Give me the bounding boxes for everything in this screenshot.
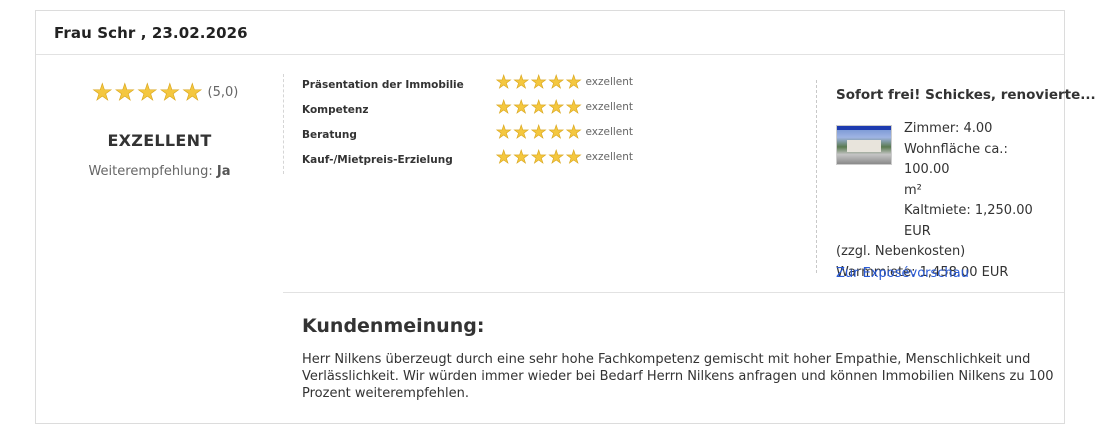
property-area-unit: m² <box>904 182 922 198</box>
star-icon: ★ <box>495 147 512 168</box>
opinion-text: Herr Nilkens überzeugt durch eine sehr h… <box>302 352 1054 401</box>
property-cold-rent: Kaltmiete: 1,250.00 EUR <box>904 203 1033 239</box>
star-icon: ★ <box>548 122 565 143</box>
criterion-rating-text: exzellent <box>585 76 634 88</box>
star-icon: ★ <box>513 147 530 168</box>
review-card: Frau Schr , 23.02.2026 ★ ★ ★ ★ ★ (5,0) E… <box>35 10 1096 424</box>
star-icon: ★ <box>548 72 565 93</box>
overall-score: (5,0) <box>207 85 239 100</box>
criterion-stars: ★ ★ ★ ★ ★ exzellent <box>495 97 634 118</box>
criterion-row: Kompetenz ★ ★ ★ ★ ★ exzellent <box>302 97 682 124</box>
star-icon: ★ <box>530 72 547 93</box>
star-icon: ★ <box>181 80 203 106</box>
star-icon: ★ <box>565 122 582 143</box>
star-icon: ★ <box>495 97 512 118</box>
star-icon: ★ <box>548 97 565 118</box>
criterion-stars: ★ ★ ★ ★ ★ exzellent <box>495 72 634 93</box>
star-icon: ★ <box>513 122 530 143</box>
criterion-label: Kompetenz <box>302 104 369 116</box>
expose-preview-link[interactable]: Zur Exposévorschau <box>836 266 969 281</box>
property-details: Zimmer: 4.00 Wohnfläche ca.: 100.00 m² K… <box>836 119 1056 283</box>
property-info: Sofort frei! Schickes, renovierte... Zim… <box>836 87 1096 281</box>
star-icon: ★ <box>495 72 512 93</box>
review-header: Frau Schr , 23.02.2026 <box>36 11 1064 55</box>
star-icon: ★ <box>513 97 530 118</box>
property-cold-rent-note: (zzgl. Nebenkosten) <box>836 244 966 259</box>
criterion-stars: ★ ★ ★ ★ ★ exzellent <box>495 122 634 143</box>
criterion-label: Beratung <box>302 129 357 141</box>
star-icon: ★ <box>136 80 158 106</box>
recommendation-value: Ja <box>216 164 231 179</box>
rating-summary: ★ ★ ★ ★ ★ (5,0) EXZELLENT Weiterempfehlu… <box>36 55 283 179</box>
star-icon: ★ <box>565 147 582 168</box>
star-icon: ★ <box>495 122 512 143</box>
star-icon: ★ <box>530 122 547 143</box>
star-icon: ★ <box>513 72 530 93</box>
criterion-label: Präsentation der Immobilie <box>302 79 464 91</box>
star-icon: ★ <box>530 147 547 168</box>
star-icon: ★ <box>548 147 565 168</box>
criterion-label: Kauf-/Mietpreis-Erzielung <box>302 154 453 166</box>
star-icon: ★ <box>159 80 181 106</box>
criterion-stars: ★ ★ ★ ★ ★ exzellent <box>495 147 634 168</box>
reviewer-name-date: Frau Schr , 23.02.2026 <box>54 24 248 42</box>
criterion-row: Kauf-/Mietpreis-Erzielung ★ ★ ★ ★ ★ exzellen… <box>302 147 682 174</box>
divider <box>283 74 284 174</box>
property-title: Sofort frei! Schickes, renovierte... <box>836 87 1096 103</box>
overall-star-rating: ★ ★ ★ ★ ★ (5,0) <box>91 80 239 106</box>
overall-grade: EXZELLENT <box>107 131 212 150</box>
property-area: Wohnfläche ca.: 100.00 <box>904 141 1008 178</box>
criterion-row: Präsentation der Immobilie ★ ★ ★ ★ ★ exzelle… <box>302 72 682 99</box>
customer-opinion: Kundenmeinung: Herr Nilkens überzeugt du… <box>302 315 1062 402</box>
star-icon: ★ <box>91 80 113 106</box>
criteria-ratings: Präsentation der Immobilie ★ ★ ★ ★ ★ exzelle… <box>302 72 682 174</box>
star-icon: ★ <box>565 97 582 118</box>
star-icon: ★ <box>114 80 136 106</box>
property-rooms: Zimmer: 4.00 <box>904 121 993 136</box>
divider <box>816 80 817 273</box>
recommendation: Weiterempfehlung: Ja <box>36 164 283 179</box>
opinion-heading: Kundenmeinung: <box>302 315 485 337</box>
criterion-rating-text: exzellent <box>585 151 634 163</box>
divider <box>283 292 1064 293</box>
star-icon: ★ <box>530 97 547 118</box>
recommendation-label: Weiterempfehlung: <box>88 164 213 179</box>
criterion-rating-text: exzellent <box>585 101 634 113</box>
star-icon: ★ <box>565 72 582 93</box>
criterion-row: Beratung ★ ★ ★ ★ ★ exzellent <box>302 122 682 149</box>
criterion-rating-text: exzellent <box>585 126 634 138</box>
